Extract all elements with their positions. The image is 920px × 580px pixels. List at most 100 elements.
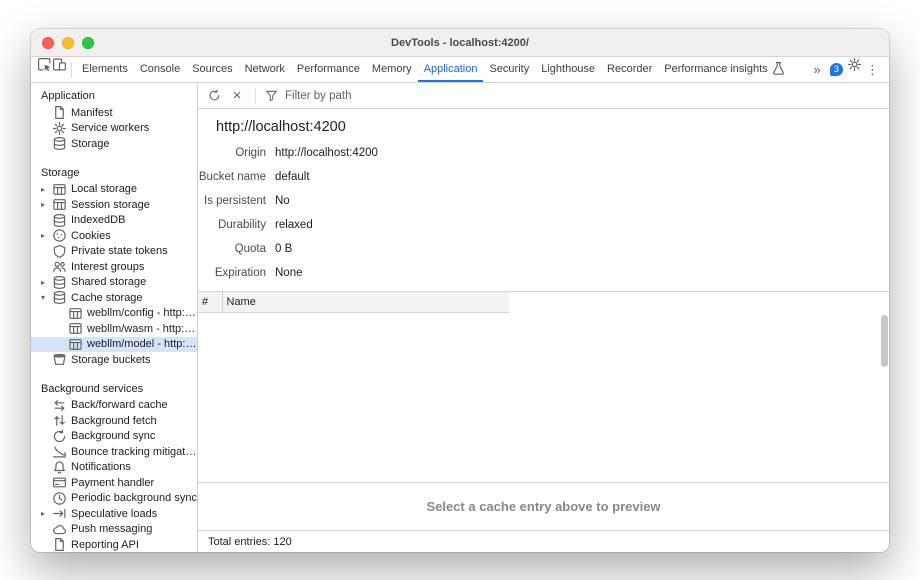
sidebar-item-indexeddb[interactable]: IndexedDB	[31, 213, 197, 229]
meta-value: default	[275, 171, 310, 183]
tree-collapsed-arrow-icon[interactable]: ▸	[38, 509, 48, 518]
table-icon	[68, 337, 83, 352]
meta-row-bucket-name: Bucket name default	[198, 165, 889, 189]
application-sidebar: ApplicationManifestService workersStorag…	[31, 83, 198, 552]
sidebar-item-manifest[interactable]: Manifest	[31, 105, 197, 121]
token-icon	[52, 244, 67, 259]
payment-card-icon	[52, 475, 67, 490]
sidebar-item-shared-storage[interactable]: ▸Shared storage	[31, 275, 197, 291]
bell-icon	[52, 460, 67, 475]
meta-row-durability: Durabilityrelaxed	[198, 213, 889, 237]
tree-collapsed-arrow-icon[interactable]: ▸	[38, 278, 48, 287]
more-panels-button[interactable]: »	[808, 62, 825, 77]
tab-network[interactable]: Network	[239, 57, 291, 82]
sidebar-item-label: webllm/model - http://loc…	[87, 338, 197, 350]
tab-performance[interactable]: Performance	[291, 57, 366, 82]
tree-collapsed-arrow-icon[interactable]: ▸	[38, 200, 48, 209]
sidebar-item-webllm-config-http-loc[interactable]: webllm/config - http://loc…	[31, 306, 197, 322]
sidebar-section-title: Background services	[31, 378, 197, 398]
tab-label: Security	[489, 63, 529, 75]
tab-console[interactable]: Console	[134, 57, 186, 82]
document-icon	[52, 105, 67, 120]
tab-elements[interactable]: Elements	[76, 57, 134, 82]
sidebar-item-webllm-model-http-loc[interactable]: webllm/model - http://loc…	[31, 337, 197, 353]
sidebar-section-title: Application	[31, 85, 197, 105]
sidebar-section-background-services: Background servicesBack/forward cacheBac…	[31, 378, 197, 553]
sidebar-item-service-workers[interactable]: Service workers	[31, 121, 197, 137]
sidebar-item-label: webllm/wasm - http://loca…	[87, 323, 197, 335]
database-icon	[52, 136, 67, 151]
speculative-icon	[52, 506, 67, 521]
sidebar-item-bounce-tracking-mitigations[interactable]: Bounce tracking mitigations	[31, 444, 197, 460]
meta-value: No	[275, 195, 290, 207]
filter-input[interactable]	[283, 89, 503, 103]
inspect-element-icon[interactable]	[37, 57, 52, 72]
sidebar-item-label: Periodic background sync	[71, 492, 197, 504]
tab-label: Recorder	[607, 63, 652, 75]
tab-label: Performance	[297, 63, 360, 75]
sidebar-item-private-state-tokens[interactable]: Private state tokens	[31, 244, 197, 260]
cache-entries-table: #Name	[198, 291, 889, 483]
sidebar-item-local-storage[interactable]: ▸Local storage	[31, 182, 197, 198]
tree-expanded-arrow-icon[interactable]: ▾	[38, 293, 48, 302]
console-messages-button[interactable]: 3	[826, 63, 847, 76]
meta-row-expiration: ExpirationNone	[198, 261, 889, 285]
tab-recorder[interactable]: Recorder	[601, 57, 658, 82]
tree-collapsed-arrow-icon[interactable]: ▸	[38, 185, 48, 194]
sidebar-item-notifications[interactable]: Notifications	[31, 460, 197, 476]
delete-selected-button[interactable]: ×	[228, 87, 246, 105]
sidebar-item-back-forward-cache[interactable]: Back/forward cache	[31, 398, 197, 414]
table-scrollbar[interactable]	[881, 315, 888, 367]
sidebar-item-reporting-api[interactable]: Reporting API	[31, 537, 197, 552]
sidebar-item-webllm-wasm-http-loca[interactable]: webllm/wasm - http://loca…	[31, 321, 197, 337]
sidebar-item-label: Cookies	[71, 230, 111, 242]
sidebar-item-interest-groups[interactable]: Interest groups	[31, 259, 197, 275]
close-window-button[interactable]	[42, 37, 54, 49]
tab-security[interactable]: Security	[483, 57, 535, 82]
devtools-content: ApplicationManifestService workersStorag…	[31, 83, 889, 552]
sidebar-item-periodic-background-sync[interactable]: Periodic background sync	[31, 491, 197, 507]
sidebar-item-payment-handler[interactable]: Payment handler	[31, 475, 197, 491]
sidebar-item-background-sync[interactable]: Background sync	[31, 429, 197, 445]
settings-gear-icon[interactable]	[847, 57, 862, 72]
sidebar-item-label: Background fetch	[71, 415, 157, 427]
devtools-window: DevTools - localhost:4200/ Elements Conso…	[31, 29, 889, 552]
minimize-window-button[interactable]	[62, 37, 74, 49]
tab-label: Lighthouse	[541, 63, 595, 75]
table-icon	[68, 306, 83, 321]
refresh-button[interactable]	[205, 87, 223, 105]
sidebar-item-storage-buckets[interactable]: Storage buckets	[31, 352, 197, 368]
sidebar-item-storage[interactable]: Storage	[31, 136, 197, 152]
cache-metadata: Originhttp://localhost:4200Bucket namede…	[198, 141, 889, 285]
tab-performance-insights[interactable]: Performance insights	[658, 57, 791, 82]
sidebar-item-session-storage[interactable]: ▸Session storage	[31, 197, 197, 213]
tab-label: Console	[140, 63, 180, 75]
total-entries: Total entries: 120	[208, 536, 292, 548]
cookie-icon	[52, 228, 67, 243]
sidebar-item-background-fetch[interactable]: Background fetch	[31, 413, 197, 429]
table-icon	[68, 321, 83, 336]
sidebar-item-label: Push messaging	[71, 523, 152, 535]
device-toolbar-icon[interactable]	[52, 57, 67, 72]
cache-origin-title: http://localhost:4200	[216, 119, 889, 135]
sidebar-item-speculative-loads[interactable]: ▸Speculative loads	[31, 506, 197, 522]
sidebar-item-push-messaging[interactable]: Push messaging	[31, 522, 197, 538]
meta-label: Bucket name	[198, 171, 266, 183]
column-header-name[interactable]: Name	[222, 292, 509, 312]
sidebar-item-cache-storage[interactable]: ▾Cache storage	[31, 290, 197, 306]
devtools-tabbar: Elements Console SourcesNetwork Performance…	[31, 57, 889, 83]
tab-label: Elements	[82, 63, 128, 75]
titlebar[interactable]: DevTools - localhost:4200/	[31, 29, 889, 57]
column-header-index[interactable]: #	[198, 292, 222, 312]
tree-collapsed-arrow-icon[interactable]: ▸	[38, 231, 48, 240]
status-bar: Total entries: 120	[198, 530, 889, 552]
tab-memory[interactable]: Memory	[366, 57, 418, 82]
window-title: DevTools - localhost:4200/	[31, 37, 889, 49]
tab-application[interactable]: Application	[418, 57, 484, 82]
zoom-window-button[interactable]	[82, 37, 94, 49]
tab-lighthouse[interactable]: Lighthouse	[535, 57, 601, 82]
sidebar-item-cookies[interactable]: ▸ Cookies	[31, 228, 197, 244]
sync-icon	[52, 429, 67, 444]
tab-sources[interactable]: Sources	[186, 57, 238, 82]
kebab-menu-icon[interactable]: ⋮	[862, 62, 883, 78]
